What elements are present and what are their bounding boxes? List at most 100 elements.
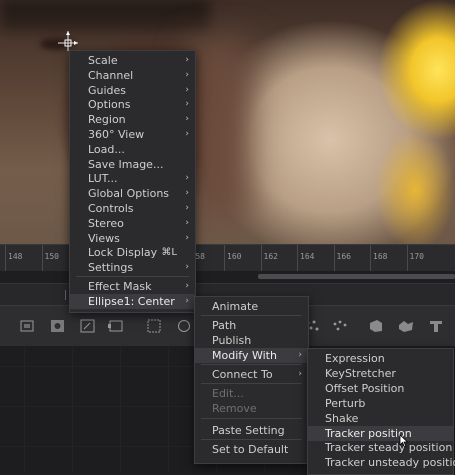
merge-3d-icon[interactable] (398, 319, 414, 333)
menu-item-edit: Edit... (195, 386, 308, 401)
menu-item-options[interactable]: Options › (70, 97, 195, 112)
menu-item-path[interactable]: Path (195, 318, 308, 333)
menu-item-controls[interactable]: Controls › (70, 201, 195, 216)
menu-item-load[interactable]: Load... (70, 142, 195, 157)
chevron-right-icon: › (185, 232, 189, 243)
crosshair-icon[interactable] (58, 31, 78, 51)
menu-item-tracker-steady-position[interactable]: Tracker steady position (308, 440, 453, 455)
menu-item-keystretcher[interactable]: KeyStretcher (308, 366, 453, 381)
tool-icon[interactable] (50, 319, 66, 333)
ruler-tick (297, 245, 298, 271)
ruler-tick (224, 245, 225, 271)
ruler-tick (260, 245, 262, 271)
menu-item-label: Offset Position (325, 381, 405, 395)
viewer-context-menu: Scale › Channel › Guides › Options › Region › 360°… (69, 50, 196, 313)
mouse-cursor-icon (399, 434, 409, 448)
menu-item-effect-mask[interactable]: Effect Mask › (70, 279, 195, 294)
menu-item-expression[interactable]: Expression (308, 351, 453, 366)
ellipse-tool-icon[interactable] (176, 319, 192, 333)
chevron-right-icon: › (185, 99, 189, 110)
menu-item-tracker-unsteady-position[interactable]: Tracker unsteady position (308, 455, 455, 470)
menu-item-360-view[interactable]: 360° View › (70, 127, 195, 142)
particle-render-icon[interactable] (332, 319, 348, 333)
menu-item-label: Views (88, 231, 120, 245)
menu-item-animate[interactable]: Animate (195, 299, 308, 314)
chevron-right-icon: › (185, 296, 189, 306)
menu-item-label: Expression (325, 352, 385, 365)
menu-item-tracker-position[interactable]: Tracker position (308, 425, 453, 441)
chevron-right-icon: › (298, 350, 302, 360)
menu-item-stereo[interactable]: Stereo › (70, 216, 195, 231)
control-context-menu: Animate Path Publish Modify With › Connect To… (194, 296, 309, 464)
menu-item-label: Perturb (325, 396, 366, 410)
tool-icon[interactable] (80, 319, 96, 333)
tool-icon[interactable] (20, 319, 36, 333)
menu-item-views[interactable]: Views › (70, 231, 195, 246)
menu-item-lock-display[interactable]: Lock Display ⌘L (70, 245, 195, 260)
chevron-right-icon: › (298, 369, 302, 379)
menu-item-channel[interactable]: Channel › (70, 68, 195, 83)
menu-item-offset-position[interactable]: Offset Position (308, 381, 453, 396)
menu-item-label: Tracker unsteady position (325, 456, 455, 470)
menu-separator (201, 315, 302, 316)
playhead-marker (65, 290, 66, 300)
menu-item-guides[interactable]: Guides › (70, 83, 195, 98)
menu-item-label: Paste Setting (212, 424, 285, 437)
modify-with-submenu: Expression KeyStretcher Offset Position Per… (307, 348, 455, 475)
ruler-label: 166 (336, 252, 351, 261)
grid-line (120, 346, 121, 472)
chevron-right-icon: › (185, 217, 189, 228)
menu-item-label: LUT... (88, 172, 118, 186)
grid-line (24, 346, 25, 472)
menu-item-label: Settings (88, 261, 134, 275)
menu-separator (201, 364, 302, 365)
ruler-tick (41, 245, 43, 271)
ruler-tick (370, 245, 371, 271)
chevron-right-icon: › (185, 114, 189, 125)
menu-item-publish[interactable]: Publish (195, 333, 308, 348)
menu-item-label: Save Image... (88, 157, 164, 171)
text-3d-icon[interactable] (428, 319, 444, 333)
grid-line (168, 346, 169, 472)
rectangle-tool-icon[interactable] (146, 319, 162, 333)
viewer-image-hair (0, 0, 210, 32)
menu-item-paste-setting[interactable]: Paste Setting (195, 423, 308, 438)
menu-item-label: Edit... (212, 387, 244, 400)
chevron-right-icon: › (185, 55, 189, 65)
ruler-label: 162 (263, 252, 278, 261)
viewer-image-shadow (190, 40, 250, 220)
ruler-label: 164 (300, 252, 315, 261)
menu-item-perturb[interactable]: Perturb (308, 396, 453, 411)
timeline-scrollbar[interactable] (258, 274, 455, 279)
menu-item-save-image[interactable]: Save Image... (70, 157, 195, 172)
menu-item-label: Region (88, 113, 126, 127)
menu-item-shake[interactable]: Shake (308, 411, 453, 426)
menu-item-label: Ellipse1: Center (88, 295, 175, 308)
menu-item-settings[interactable]: Settings › (70, 260, 195, 275)
grid-line (72, 346, 73, 472)
menu-item-label: Publish (212, 334, 252, 347)
menu-item-global-options[interactable]: Global Options › (70, 186, 195, 201)
menu-item-label: Remove (212, 402, 257, 415)
menu-item-label: Shake (325, 411, 359, 425)
menu-item-label: Stereo (88, 216, 124, 230)
menu-item-connect-to[interactable]: Connect To › (195, 367, 308, 382)
menu-item-label: Controls (88, 202, 134, 215)
chevron-right-icon: › (185, 203, 189, 213)
chevron-right-icon: › (185, 173, 189, 184)
menu-separator (201, 439, 302, 440)
menu-item-ellipse1-center[interactable]: Ellipse1: Center › (70, 294, 195, 309)
menu-item-region[interactable]: Region › (70, 112, 195, 127)
ruler-label: 148 (8, 252, 23, 261)
menu-item-label: Guides (88, 83, 127, 97)
ruler-label: 150 (44, 252, 59, 261)
menu-item-scale[interactable]: Scale › (70, 53, 195, 68)
ruler-tick (5, 245, 6, 271)
ruler-label: 170 (409, 252, 424, 261)
shape-3d-icon[interactable] (368, 319, 384, 333)
menu-item-modify-with[interactable]: Modify With › (195, 348, 308, 363)
menu-item-lut[interactable]: LUT... › (70, 171, 195, 186)
chevron-right-icon: › (185, 129, 189, 139)
tool-icon[interactable] (108, 319, 124, 333)
menu-item-set-to-default[interactable]: Set to Default (195, 442, 308, 457)
